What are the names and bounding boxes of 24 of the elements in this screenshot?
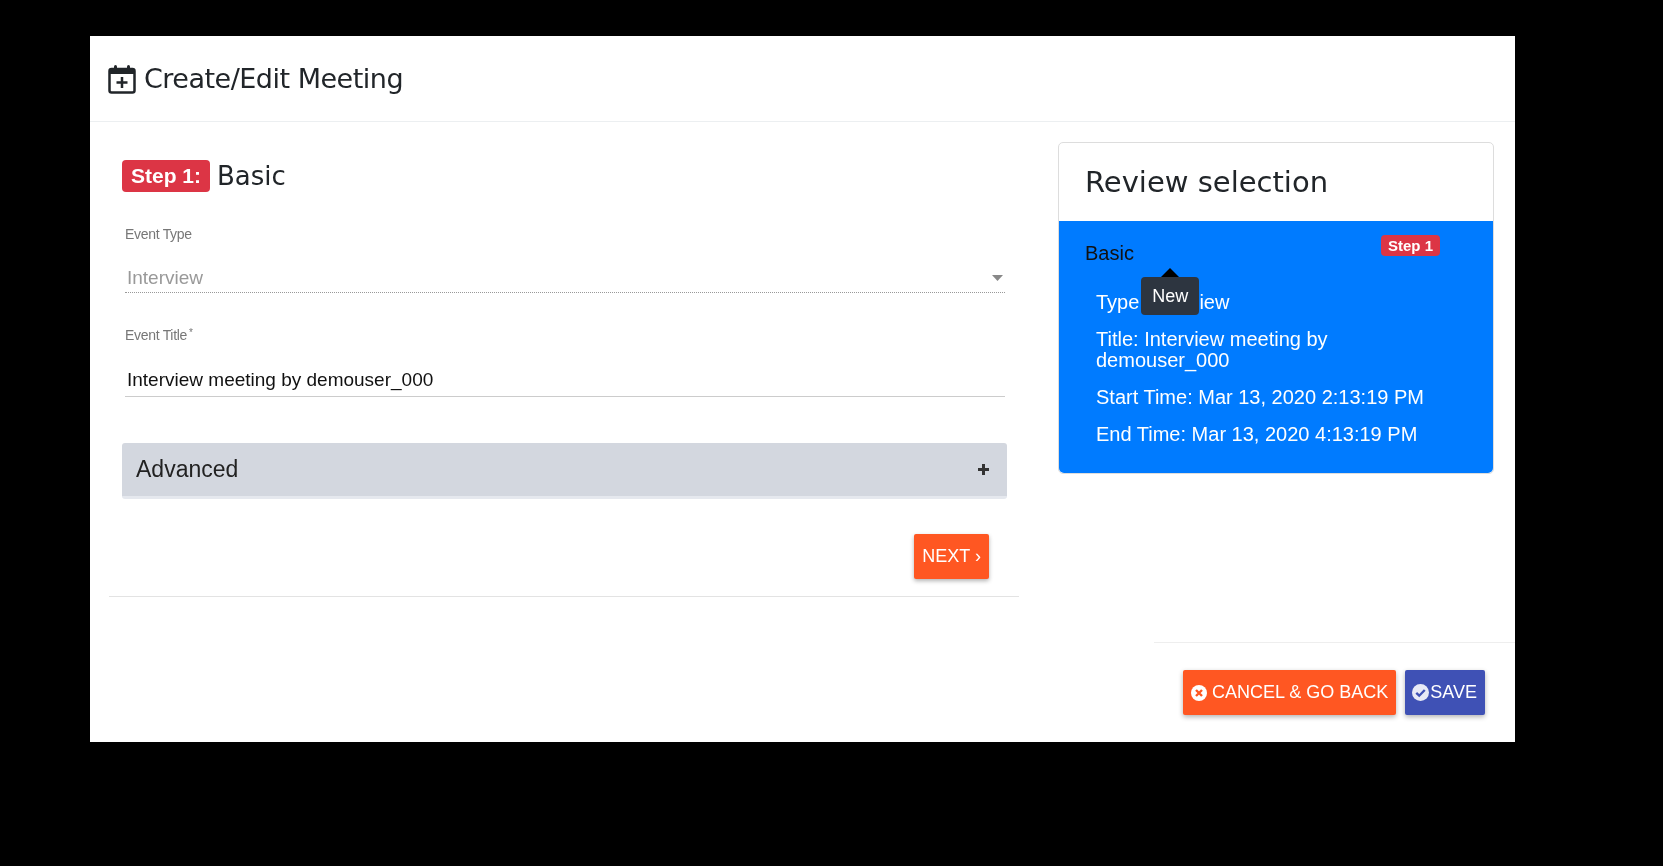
- step-title: Basic: [217, 161, 286, 191]
- tooltip: New: [1141, 268, 1200, 315]
- section-title: Basic: [1085, 242, 1134, 265]
- plus-icon: [978, 464, 989, 475]
- card-title: Review selection: [1085, 165, 1329, 199]
- advanced-panel[interactable]: Advanced: [122, 443, 1007, 499]
- review-line: Title: Interview meeting by demouser_000: [1096, 329, 1329, 371]
- close-icon: [1190, 684, 1207, 701]
- calendar-plus-icon: [108, 63, 136, 94]
- review-line: iew: [1199, 292, 1230, 313]
- advanced-label: Advanced: [136, 456, 239, 483]
- dialog-title: Create/Edit Meeting: [144, 63, 404, 94]
- step-badge: Step 1:: [122, 160, 210, 192]
- tooltip-pointer: [1161, 268, 1180, 277]
- field-label: Event Title*: [125, 327, 194, 343]
- input-field[interactable]: Interview meeting by demouser_000: [125, 369, 1005, 397]
- save-button[interactable]: SAVE: [1405, 670, 1485, 715]
- check-circle-icon: [1412, 684, 1430, 701]
- review-line: Type: [1096, 292, 1140, 313]
- step-badge: Step 1: [1381, 235, 1440, 256]
- review-line: Start Time: Mar 13, 2020 2:13:19 PM: [1096, 387, 1425, 408]
- review-line: End Time: Mar 13, 2020 4:13:19 PM: [1096, 424, 1419, 445]
- field-label: Event Type: [125, 226, 193, 242]
- caret-icon: [992, 275, 1003, 281]
